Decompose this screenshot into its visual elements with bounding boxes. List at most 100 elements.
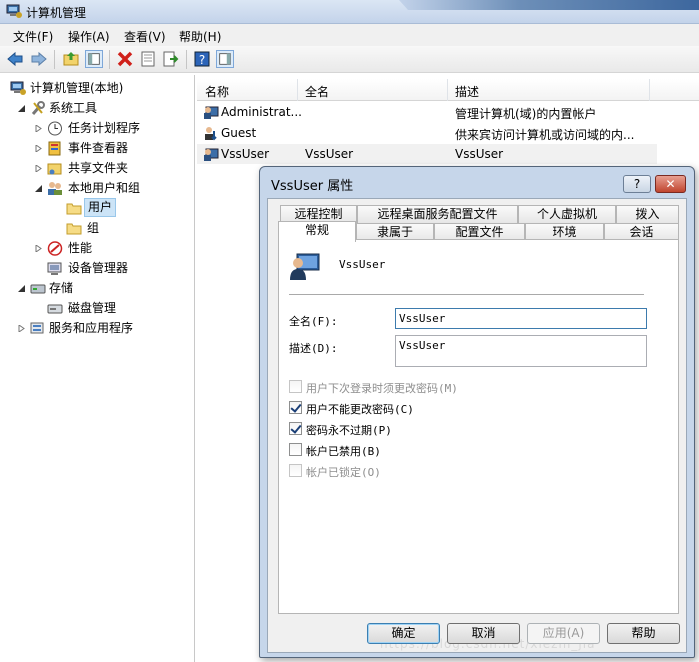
- toolbar-separator: [109, 50, 110, 69]
- expanded-triangle-icon[interactable]: [18, 105, 25, 112]
- ok-button[interactable]: 确定: [367, 623, 440, 644]
- checkbox-label: 帐户已锁定(O): [306, 466, 381, 479]
- tab-general[interactable]: 常规: [278, 221, 356, 242]
- tree-item-event-viewer[interactable]: 事件查看器: [0, 139, 195, 158]
- forward-arrow-icon[interactable]: [30, 50, 48, 68]
- expanded-triangle-icon[interactable]: [35, 185, 42, 192]
- show-hide-action-pane-icon[interactable]: [216, 50, 234, 68]
- tree-item-disk-management[interactable]: 磁盘管理: [0, 299, 195, 318]
- delete-icon[interactable]: [116, 50, 134, 68]
- table-row[interactable]: Guest 供来宾访问计算机或访问域的内...: [197, 123, 657, 143]
- tree-item-performance[interactable]: 性能: [0, 239, 195, 258]
- dialog-body: 远程控制 远程桌面服务配置文件 个人虚拟机 拨入 常规 隶属于 配置文件 环境 …: [267, 198, 687, 653]
- cancel-button[interactable]: 取消: [447, 623, 520, 644]
- disk-icon: [47, 304, 63, 314]
- tools-icon: [31, 101, 45, 115]
- column-header-name[interactable]: 名称: [205, 83, 229, 100]
- tree-item-users[interactable]: 用户: [0, 198, 195, 218]
- dialog-close-button[interactable]: ✕: [655, 175, 686, 193]
- clock-icon: [48, 121, 62, 136]
- window-title: 计算机管理: [26, 6, 87, 20]
- toolbar-separator: [54, 50, 55, 69]
- export-list-icon[interactable]: [162, 50, 180, 68]
- collapsed-triangle-icon[interactable]: [35, 165, 42, 172]
- services-icon: [30, 322, 44, 334]
- navigation-tree: 计算机管理(本地) 系统工具 任务计划程序 事件查看器 共享文件夹 本地用户和组…: [0, 75, 195, 662]
- back-arrow-icon[interactable]: [6, 50, 24, 68]
- menu-view[interactable]: 查看(V): [124, 28, 166, 45]
- dialog-help-button[interactable]: ?: [623, 175, 651, 193]
- fullname-label: 全名(F):: [289, 315, 338, 328]
- collapsed-triangle-icon[interactable]: [35, 245, 42, 252]
- help-icon[interactable]: ?: [193, 50, 211, 68]
- tree-item-device-manager[interactable]: 设备管理器: [0, 259, 195, 278]
- list-header: 名称 全名 描述: [197, 79, 699, 101]
- shared-folder-icon: [47, 163, 62, 175]
- guest-user-icon: [205, 127, 217, 141]
- up-folder-icon[interactable]: [62, 50, 80, 68]
- folder-icon: [66, 223, 82, 235]
- user-properties-dialog: VssUser 属性 ? ✕ 远程控制 远程桌面服务配置文件 个人虚拟机 拨入 …: [259, 166, 695, 658]
- menu-bar: 文件(F) 操作(A) 查看(V) 帮助(H): [0, 24, 699, 46]
- user-icon: [204, 148, 219, 161]
- device-manager-icon: [47, 262, 62, 275]
- show-hide-tree-icon[interactable]: [85, 50, 103, 68]
- fullname-field[interactable]: VssUser: [395, 308, 647, 329]
- separator-line: [289, 294, 644, 295]
- checkbox-label: 用户不能更改密码(C): [306, 403, 414, 416]
- menu-help[interactable]: 帮助(H): [179, 28, 221, 45]
- table-row-selected[interactable]: VssUser VssUser VssUser: [197, 144, 657, 164]
- menu-file[interactable]: 文件(F): [13, 28, 53, 45]
- dialog-username: VssUser: [339, 258, 386, 271]
- checkbox-label: 用户下次登录时须更改密码(M): [306, 382, 458, 395]
- column-header-fullname[interactable]: 全名: [305, 83, 329, 100]
- tree-item-local-users-groups[interactable]: 本地用户和组: [0, 179, 195, 198]
- tab-personal-vm[interactable]: 个人虚拟机: [518, 205, 616, 223]
- folder-icon: [66, 203, 82, 215]
- checkbox-account-disabled[interactable]: [289, 443, 302, 456]
- user-icon: [204, 106, 219, 119]
- column-divider[interactable]: [297, 79, 298, 101]
- tree-item-storage[interactable]: 存储: [0, 279, 195, 298]
- user-account-icon: [290, 253, 320, 280]
- tree-item-task-scheduler[interactable]: 任务计划程序: [0, 119, 195, 138]
- checkbox-cannot-change-password[interactable]: [289, 401, 302, 414]
- description-label: 描述(D):: [289, 342, 338, 355]
- properties-icon[interactable]: [139, 50, 157, 68]
- storage-icon: [30, 284, 46, 294]
- checkbox-must-change-password: [289, 380, 302, 393]
- tree-item-services-applications[interactable]: 服务和应用程序: [0, 319, 195, 338]
- users-icon: [48, 182, 62, 195]
- expanded-triangle-icon[interactable]: [18, 285, 25, 292]
- checkbox-password-never-expires[interactable]: [289, 422, 302, 435]
- checkbox-account-locked: [289, 464, 302, 477]
- checkbox-label: 帐户已禁用(B): [306, 445, 381, 458]
- column-divider[interactable]: [649, 79, 650, 101]
- tree-item-groups[interactable]: 组: [0, 219, 195, 238]
- collapsed-triangle-icon[interactable]: [35, 145, 42, 152]
- checkbox-label: 密码永不过期(P): [306, 424, 392, 437]
- event-viewer-icon: [48, 141, 61, 156]
- collapsed-triangle-icon[interactable]: [18, 325, 25, 332]
- window-title-bar: 计算机管理: [0, 0, 699, 24]
- column-divider[interactable]: [447, 79, 448, 101]
- toolbar: ?: [0, 46, 699, 73]
- column-header-description[interactable]: 描述: [455, 83, 479, 100]
- tree-item-shared-folders[interactable]: 共享文件夹: [0, 159, 195, 178]
- collapsed-triangle-icon[interactable]: [35, 125, 42, 132]
- help-button[interactable]: 帮助: [607, 623, 680, 644]
- tree-item-system-tools[interactable]: 系统工具: [0, 99, 195, 118]
- computer-management-icon: [10, 81, 26, 95]
- tab-rds-profile[interactable]: 远程桌面服务配置文件: [357, 205, 518, 223]
- description-field[interactable]: VssUser: [395, 335, 647, 367]
- performance-icon: [47, 241, 63, 256]
- menu-action[interactable]: 操作(A): [68, 28, 110, 45]
- table-row[interactable]: Administrat... 管理计算机(域)的内置帐户: [197, 102, 657, 122]
- general-tab-page: VssUser 全名(F): VssUser 描述(D): VssUser 用户…: [278, 239, 679, 614]
- tree-item-computer-management[interactable]: 计算机管理(本地): [0, 79, 195, 98]
- dialog-title: VssUser 属性: [271, 179, 354, 194]
- toolbar-separator: [186, 50, 187, 69]
- svg-text:?: ?: [199, 53, 205, 67]
- tab-dial-in[interactable]: 拨入: [616, 205, 679, 223]
- computer-management-icon: [6, 4, 22, 18]
